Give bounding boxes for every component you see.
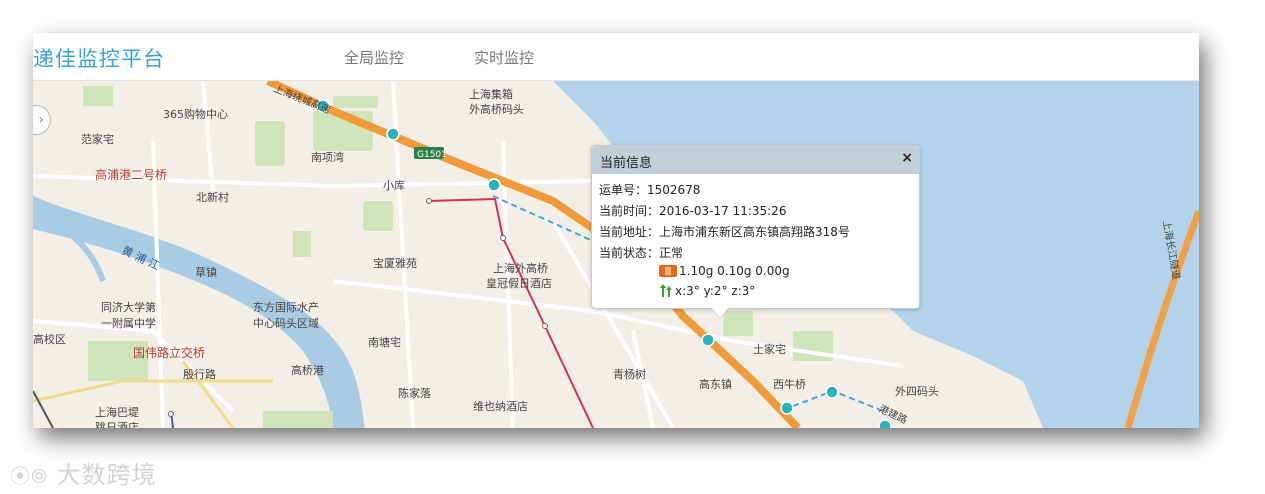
- current-time: 当前时间：2016-03-17 11:35:26: [599, 204, 787, 218]
- waybill-number: 运单号：1502678: [599, 183, 701, 197]
- map-label: 土家宅: [753, 342, 786, 356]
- map-label: 西牛桥: [773, 377, 806, 391]
- package-icon: [659, 265, 677, 277]
- app-window: 递佳监控平台 全局监控 实时监控 › G1501 365购物中心 范家宅 高浦港…: [33, 33, 1199, 428]
- map-label: 上海外高桥: [493, 261, 548, 275]
- acceleration-row: 1.10g 0.10g 0.00g: [659, 264, 790, 278]
- map-label: 殷行路: [183, 368, 216, 381]
- watermark: ⦿⦾ 大数跨境: [10, 461, 157, 489]
- map-label: 青杨树: [613, 367, 646, 381]
- map-label: 北新村: [196, 190, 229, 204]
- current-status: 当前状态：正常: [599, 246, 684, 260]
- tilt-values: x:3° y:2° z:3°: [675, 284, 756, 298]
- map-label: 高浦港二号桥: [95, 167, 167, 182]
- map-label: 跳日酒店: [95, 420, 139, 428]
- map-label: 宝厦雅苑: [373, 256, 417, 270]
- g1501-shield: G1501: [417, 150, 447, 160]
- map-label: 同济大学第: [101, 300, 156, 314]
- popup-header: 当前信息 ×: [592, 146, 919, 174]
- map-label: 范家宅: [81, 132, 114, 146]
- tilt-row: x:3° y:2° z:3°: [659, 284, 755, 298]
- popup-title: 当前信息: [600, 156, 653, 171]
- current-address: 当前地址：上海市浦东新区高东镇高翔路318号: [599, 225, 850, 239]
- map-label: 一附属中学: [101, 316, 156, 330]
- watermark-text: 大数跨境: [56, 461, 157, 489]
- map-label: 外高桥码头: [469, 102, 524, 116]
- map-label: 高校区: [33, 332, 66, 346]
- map-label: 国伟路立交桥: [133, 345, 205, 360]
- map-label: 外四码头: [895, 385, 939, 398]
- acceleration-values: 1.10g 0.10g 0.00g: [679, 264, 790, 278]
- map-label: 陈家落: [398, 386, 431, 400]
- top-bar: 递佳监控平台 全局监控 实时监控: [33, 33, 1199, 81]
- nav-realtime-monitor[interactable]: 实时监控: [474, 47, 534, 68]
- map-label: 南塘宅: [368, 335, 401, 349]
- close-icon[interactable]: ×: [901, 150, 913, 166]
- tilt-icon: [659, 284, 673, 298]
- nav-global-monitor[interactable]: 全局监控: [344, 47, 404, 68]
- map-label: 维也纳酒店: [473, 399, 528, 413]
- map-label: 南项湾: [311, 150, 344, 164]
- popup-pointer: [712, 308, 728, 318]
- map-label: 高东镇: [699, 377, 732, 391]
- app-title: 递佳监控平台: [33, 47, 165, 71]
- map-label: 中心码头区域: [253, 317, 319, 330]
- map-label: 草镇: [195, 265, 217, 279]
- map-label: 东方国际水产: [253, 300, 319, 314]
- map-label: 365购物中心: [163, 107, 228, 121]
- info-popup: 当前信息 × 运单号：1502678 当前时间：2016-03-17 11:35…: [591, 145, 920, 318]
- map-label: 高桥港: [291, 363, 324, 377]
- map-label: 上海集箱: [469, 87, 513, 101]
- map-label: 皇冠假日酒店: [486, 276, 552, 290]
- map-label: 上海巴堤: [95, 405, 139, 419]
- map-label: 小库: [383, 179, 405, 192]
